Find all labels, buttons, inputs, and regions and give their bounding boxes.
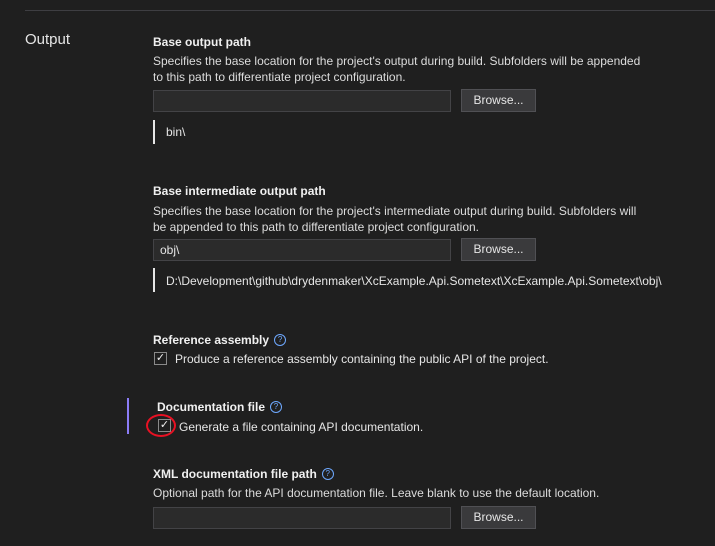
reference-assembly-title: Reference assembly ? bbox=[153, 333, 287, 347]
xml-doc-path-title: XML documentation file path ? bbox=[153, 467, 334, 481]
xml-doc-path-description: Optional path for the API documentation … bbox=[153, 486, 600, 500]
base-intermediate-path-description: Specifies the base location for the proj… bbox=[153, 204, 637, 234]
xml-doc-path-title-text: XML documentation file path bbox=[153, 467, 317, 481]
base-intermediate-path-title-text: Base intermediate output path bbox=[153, 184, 326, 198]
base-output-path-input[interactable] bbox=[153, 90, 451, 112]
help-icon[interactable]: ? bbox=[270, 401, 283, 413]
xml-doc-path-input[interactable] bbox=[153, 507, 451, 529]
base-output-path-description: Specifies the base location for the proj… bbox=[153, 54, 641, 84]
base-intermediate-path-browse-button[interactable]: Browse... bbox=[461, 238, 536, 261]
top-divider bbox=[25, 10, 715, 11]
reference-assembly-checkbox-label: Produce a reference assembly containing … bbox=[175, 352, 549, 366]
focus-indicator-bar bbox=[127, 398, 129, 434]
project-properties-output-page: Output Base output path Specifies the ba… bbox=[0, 0, 715, 546]
help-icon[interactable]: ? bbox=[321, 468, 334, 480]
base-output-path-browse-button[interactable]: Browse... bbox=[461, 89, 536, 112]
base-intermediate-path-input[interactable]: obj\ bbox=[153, 239, 451, 261]
base-intermediate-path-evaluated-value: D:\Development\github\drydenmaker\XcExam… bbox=[166, 274, 662, 288]
base-output-path-title: Base output path bbox=[153, 35, 251, 49]
base-output-path-title-text: Base output path bbox=[153, 35, 251, 49]
section-title-output: Output bbox=[25, 31, 71, 48]
base-output-path-evaluated-value: bin\ bbox=[166, 125, 186, 139]
annotation-highlight-circle bbox=[146, 414, 176, 437]
base-intermediate-path-title: Base intermediate output path bbox=[153, 184, 326, 198]
documentation-file-title: Documentation file ? bbox=[157, 400, 283, 414]
base-intermediate-path-evaluated-bar bbox=[153, 268, 155, 292]
xml-doc-path-browse-button[interactable]: Browse... bbox=[461, 506, 536, 529]
reference-assembly-checkbox[interactable]: ✓ bbox=[154, 352, 167, 365]
reference-assembly-title-text: Reference assembly bbox=[153, 333, 270, 347]
base-output-path-evaluated-bar bbox=[153, 120, 155, 144]
documentation-file-checkbox-label: Generate a file containing API documenta… bbox=[179, 420, 424, 434]
help-icon[interactable]: ? bbox=[274, 334, 287, 346]
documentation-file-title-text: Documentation file bbox=[157, 400, 266, 414]
